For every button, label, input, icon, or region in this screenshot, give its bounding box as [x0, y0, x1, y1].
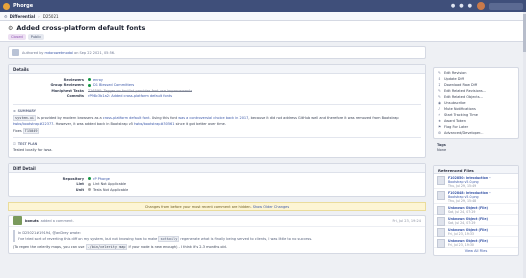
lint-status-icon — [88, 182, 91, 186]
file-thumbnail — [437, 191, 445, 200]
status-badges: Closed Public — [8, 34, 518, 40]
avatar[interactable] — [13, 216, 22, 225]
flag-icon[interactable]: ● — [468, 3, 472, 9]
details-box: Details Reviewers enroy Group Reviewers … — [8, 64, 426, 158]
app-name[interactable]: Phorge — [13, 3, 33, 9]
status-badge: Closed — [8, 34, 26, 40]
file-item[interactable]: Unknown Object (File) Fri, Jul 23, 19:30 — [434, 237, 518, 248]
chat-icon[interactable]: ● — [459, 3, 463, 9]
diff-detail-box: Diff Detail Repository rP Phorge Lint Li… — [8, 163, 426, 197]
unit-status-icon — [88, 188, 91, 192]
show-older-changes-link[interactable]: Show Older Changes — [253, 205, 289, 209]
file-item[interactable]: F102848: Introduction - Bootstrap v5.0.p… — [434, 189, 518, 204]
page: Phorge ● ● ● ⚙ Differential › D25021 ⚙ A… — [0, 0, 526, 278]
referenced-files: Referenced Files F102850: Introduction -… — [433, 165, 519, 256]
user-avatar[interactable] — [477, 2, 485, 10]
file-thumbnail — [437, 217, 445, 226]
page-header: ⚙ Added cross-platform default fonts Clo… — [0, 21, 526, 42]
summary-section: ≡ SUMMARY system-ui is provided by modern… — [9, 107, 425, 135]
gear-icon: ⚙ — [4, 13, 8, 19]
property-row: Commits rP98c3b1a2: Added cross-platform… — [66, 94, 173, 99]
details-heading: Details — [9, 65, 425, 74]
accepted-status-icon — [88, 78, 91, 82]
file-thumbnail — [437, 206, 445, 215]
tags-value: None — [437, 148, 447, 152]
file-thumbnail — [437, 176, 445, 185]
tags-heading: Tags — [437, 143, 446, 147]
diff-detail-properties: Repository rP Phorge Lint Lint Not Appli… — [9, 173, 425, 196]
top-nav-bar: Phorge ● ● ● — [0, 0, 526, 12]
comment-quote: In D25021#19194, @anDrey wrote: I've tri… — [13, 229, 421, 242]
property-row: Unit Tests Not Applicable — [75, 187, 129, 192]
action-list: ✎ Edit Revision ↥ Update Diff ↧ Download Ra… — [433, 67, 519, 139]
test-plan-icon: ☑ — [13, 142, 16, 146]
breadcrumb-separator-icon: › — [38, 13, 40, 19]
tags-section: Tags None — [433, 143, 519, 152]
divider — [13, 104, 421, 105]
file-item[interactable]: Unknown Object (File) Fri, Jul 23, 19:33 — [434, 226, 518, 237]
summary-icon: ≡ — [13, 109, 16, 113]
view-all-files-link[interactable]: View All Files — [434, 248, 518, 255]
fixes-line: Fixes T15049 — [13, 128, 40, 134]
search-input[interactable] — [489, 2, 523, 10]
divider — [13, 137, 421, 138]
breadcrumb: ⚙ Differential › D25021 — [0, 12, 526, 21]
accepted-status-icon — [88, 83, 91, 87]
comment-author[interactable]: bonuts — [25, 219, 39, 223]
repository-icon — [88, 177, 91, 181]
diff-detail-heading: Diff Detail — [9, 164, 425, 173]
breadcrumb-differential[interactable]: Differential — [10, 14, 36, 19]
author-avatar[interactable] — [12, 49, 19, 56]
test-plan-section: ☑ TEST PLAN Tested locally for iwsa. — [9, 140, 425, 157]
file-thumbnail — [437, 239, 445, 248]
visibility-badge: Public — [27, 34, 45, 40]
author-line: Authored by mdorowetmodal on Sep 22 2021… — [8, 46, 426, 59]
comment-body: In D25021#19194, @anDrey wrote: I've tri… — [9, 227, 425, 253]
file-item[interactable]: F102850: Introduction - Bootstrap v5.0.p… — [434, 174, 518, 189]
sidebar: ✎ Edit Revision ↥ Update Diff ↧ Download Ra… — [433, 67, 519, 256]
comment: bonuts added a comment. Fri, Jul 23, 19:… — [8, 214, 426, 254]
revision-icon: ⚙ — [8, 24, 14, 32]
referenced-files-heading: Referenced Files — [434, 166, 518, 174]
bell-icon[interactable]: ● — [451, 3, 455, 9]
main-column: Authored by mdorowetmodal on Sep 22 2021… — [8, 46, 426, 254]
file-thumbnail — [437, 228, 445, 237]
file-item[interactable]: Unknown Object (File) Sat, Jul 24, 07:29 — [434, 215, 518, 226]
fixes-task-link[interactable]: T15049 — [22, 128, 40, 134]
summary-text: system-ui is provided by modern browsers… — [13, 115, 399, 126]
page-title-text: Added cross-platform default fonts — [16, 24, 146, 32]
author-link[interactable]: mdorowetmodal — [45, 51, 74, 55]
breadcrumb-revision[interactable]: D25021 — [43, 14, 59, 19]
test-plan-text: Tested locally for iwsa. — [13, 148, 53, 152]
file-item[interactable]: Unknown Object (File) Sat, Jul 24, 07:29 — [434, 204, 518, 215]
phorge-logo-icon[interactable] — [3, 2, 10, 10]
page-title: ⚙ Added cross-platform default fonts — [8, 24, 518, 32]
action-advanced-developer[interactable]: ⚙ Advanced/Developer... — [434, 130, 518, 136]
details-properties: Reviewers enroy Group Reviewers D1 Bless… — [9, 74, 425, 102]
comment-header: bonuts added a comment. Fri, Jul 23, 19:… — [9, 216, 425, 227]
comment-date[interactable]: Fri, Jul 23, 19:24 — [393, 219, 422, 223]
hidden-changes-notice: Changes from before your most recent com… — [8, 201, 426, 211]
